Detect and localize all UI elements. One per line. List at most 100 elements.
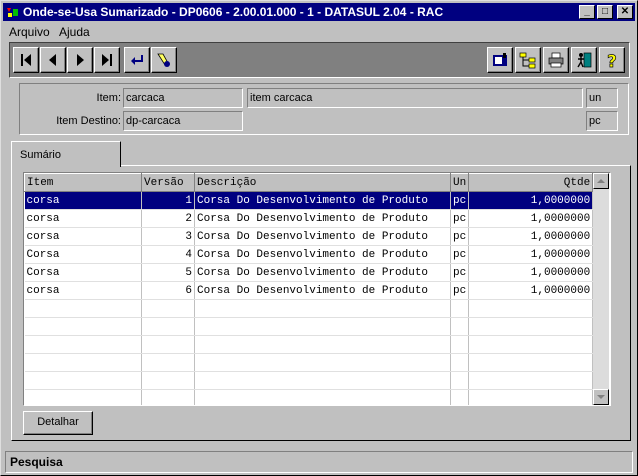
table-row[interactable]: corsa 6 Corsa Do Desenvolvimento de Prod… (24, 281, 594, 300)
help-icon: ? (607, 52, 618, 69)
maximize-button[interactable]: □ (597, 5, 613, 19)
column-header-item[interactable]: Item (24, 173, 142, 192)
item-destino-code-field[interactable]: dp-carcaca (123, 111, 243, 131)
column-header-qtde[interactable]: Qtde (468, 173, 594, 192)
exit-button[interactable] (571, 47, 597, 73)
cell-descricao: Corsa Do Desenvolvimento de Produto (194, 209, 451, 228)
cell-item: corsa (24, 281, 142, 300)
cell-item: Corsa (24, 263, 142, 282)
table-row[interactable]: corsa 3 Corsa Do Desenvolvimento de Prod… (24, 227, 594, 246)
item-description-field[interactable]: item carcaca (247, 88, 583, 108)
application-window: Onde-se-Usa Sumarizado - DP0606 - 2.00.0… (0, 0, 638, 476)
cell-un: pc (450, 209, 470, 228)
cell-qtde: 1,0000000 (468, 209, 594, 228)
next-record-button[interactable] (67, 47, 93, 73)
cell-descricao: Corsa Do Desenvolvimento de Produto (194, 245, 451, 264)
empty-row (24, 335, 594, 354)
cell-versao: 5 (141, 263, 195, 282)
scroll-up-button[interactable] (593, 173, 609, 189)
scroll-down-button[interactable] (593, 389, 609, 405)
exit-icon (577, 52, 592, 68)
cell-item: corsa (24, 191, 142, 210)
status-text: Pesquisa (10, 455, 63, 469)
item-code-field[interactable]: carcaca (123, 88, 243, 108)
item-unit-field[interactable]: un (586, 88, 618, 108)
title-bar[interactable]: Onde-se-Usa Sumarizado - DP0606 - 2.00.0… (3, 3, 635, 21)
app-icon[interactable] (6, 6, 19, 18)
tab-sumario[interactable]: Sumário (11, 141, 121, 167)
tree-structure-icon (519, 52, 536, 69)
maximize-icon: □ (601, 6, 609, 17)
minimize-icon: _ (584, 6, 590, 17)
header-row: Item Versão Descrição Un Qtde (24, 173, 594, 192)
cell-versao: 4 (141, 245, 195, 264)
column-header-descricao[interactable]: Descrição (194, 173, 451, 192)
detalhar-button[interactable]: Detalhar (23, 411, 93, 435)
print-icon (548, 52, 564, 68)
table-row[interactable]: corsa 1 Corsa Do Desenvolvimento de Prod… (24, 191, 594, 210)
last-record-icon (102, 54, 112, 66)
cell-un: pc (450, 191, 470, 210)
search-flashlight-icon (157, 53, 170, 67)
svg-text:?: ? (607, 52, 617, 69)
structure-button[interactable] (515, 47, 541, 73)
cell-descricao: Corsa Do Desenvolvimento de Produto (194, 281, 451, 300)
cell-qtde: 1,0000000 (468, 281, 594, 300)
cell-un: pc (450, 263, 470, 282)
status-bar: Pesquisa (5, 451, 633, 473)
tab-sumario-label: Sumário (20, 149, 61, 161)
arrow-up-icon (597, 179, 605, 183)
column-header-un[interactable]: Un (449, 173, 470, 192)
item-destino-label: Item Destino: (56, 115, 121, 127)
goto-icon (131, 55, 143, 65)
previous-record-icon (49, 54, 56, 66)
first-record-icon (21, 54, 31, 66)
empty-row (24, 353, 594, 372)
cell-un: pc (450, 281, 470, 300)
empty-row (24, 371, 594, 390)
menu-arquivo[interactable]: Arquivo (9, 25, 50, 39)
column-header-versao[interactable]: Versão (141, 173, 195, 192)
report-icon (493, 53, 507, 66)
cell-versao: 2 (141, 209, 195, 228)
window-title: Onde-se-Usa Sumarizado - DP0606 - 2.00.0… (23, 5, 444, 19)
item-label: Item: (96, 92, 121, 104)
cell-qtde: 1,0000000 (468, 245, 594, 264)
cell-descricao: Corsa Do Desenvolvimento de Produto (194, 227, 451, 246)
menu-bar: Arquivo Ajuda (3, 23, 635, 41)
cell-qtde: 1,0000000 (468, 227, 594, 246)
next-record-icon (77, 54, 84, 66)
cell-qtde: 1,0000000 (468, 263, 594, 282)
cell-qtde: 1,0000000 (468, 191, 594, 210)
cell-un: pc (450, 227, 470, 246)
last-record-button[interactable] (94, 47, 120, 73)
minimize-button[interactable]: _ (579, 5, 595, 19)
toolbar: ? (9, 42, 630, 78)
table-row[interactable]: Corsa 4 Corsa Do Desenvolvimento de Prod… (24, 245, 594, 264)
print-button[interactable] (543, 47, 569, 73)
results-grid[interactable]: Item Versão Descrição Un Qtde corsa 1 Co… (23, 172, 611, 406)
goto-button[interactable] (124, 47, 150, 73)
vertical-scrollbar[interactable] (593, 173, 609, 405)
first-record-button[interactable] (13, 47, 39, 73)
cell-descricao: Corsa Do Desenvolvimento de Produto (194, 191, 451, 210)
menu-ajuda[interactable]: Ajuda (59, 25, 90, 39)
cell-versao: 3 (141, 227, 195, 246)
cell-versao: 1 (141, 191, 195, 210)
empty-row (24, 317, 594, 336)
empty-row (24, 389, 594, 405)
help-button[interactable]: ? (599, 47, 625, 73)
cell-descricao: Corsa Do Desenvolvimento de Produto (194, 263, 451, 282)
arrow-down-icon (597, 395, 605, 399)
table-row[interactable]: corsa 2 Corsa Do Desenvolvimento de Prod… (24, 209, 594, 228)
close-button[interactable]: ✕ (617, 5, 633, 19)
table-row[interactable]: Corsa 5 Corsa Do Desenvolvimento de Prod… (24, 263, 594, 282)
close-icon: ✕ (620, 6, 630, 17)
cell-un: pc (450, 245, 470, 264)
cell-versao: 6 (141, 281, 195, 300)
item-destino-unit-field[interactable]: pc (586, 111, 618, 131)
report-button[interactable] (487, 47, 513, 73)
previous-record-button[interactable] (40, 47, 66, 73)
search-button[interactable] (151, 47, 177, 73)
cell-item: corsa (24, 209, 142, 228)
